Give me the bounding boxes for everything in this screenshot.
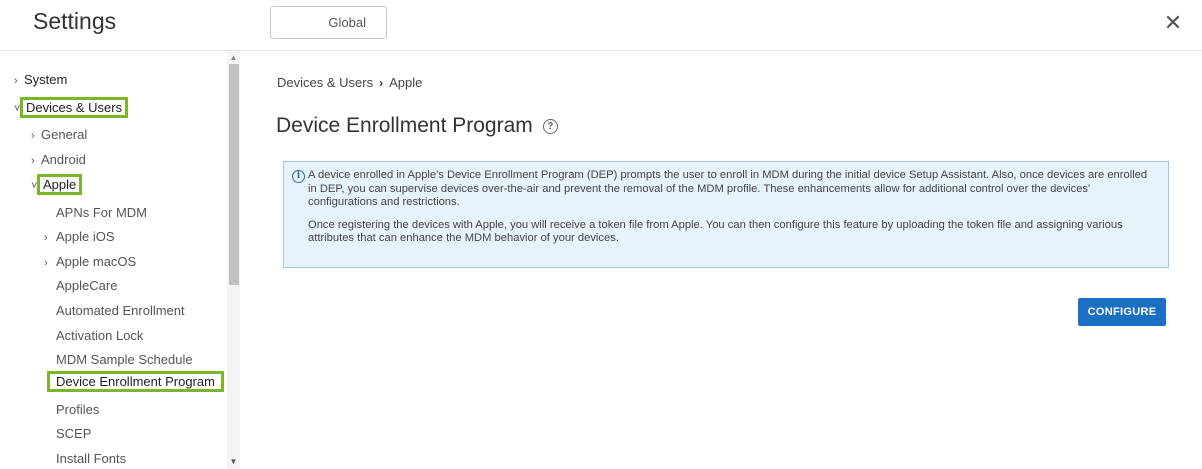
- scroll-down-arrow-icon[interactable]: ▼: [229, 457, 238, 466]
- sidebar-item-apple-macos[interactable]: › Apple macOS: [44, 252, 136, 272]
- breadcrumb-parent-link[interactable]: Devices & Users: [277, 75, 373, 90]
- sidebar-item-general[interactable]: › General: [31, 125, 87, 145]
- info-icon: i: [292, 170, 305, 183]
- sidebar-item-label: System: [24, 72, 68, 87]
- scope-selector-button[interactable]: Global: [270, 6, 387, 39]
- chevron-right-icon: ›: [44, 232, 48, 244]
- scroll-up-arrow-icon[interactable]: ▲: [229, 53, 238, 62]
- sidebar-item-label: Apple iOS: [56, 229, 115, 244]
- sidebar-item-label: SCEP: [56, 426, 92, 441]
- sidebar-item-label: Apple: [37, 174, 83, 195]
- breadcrumb-current: Apple: [389, 75, 423, 90]
- sidebar-item-label: Profiles: [56, 402, 100, 417]
- chevron-right-icon: ›: [14, 75, 18, 87]
- sidebar-item-applecare[interactable]: AppleCare: [56, 276, 117, 296]
- info-paragraph-1: A device enrolled in Apple's Device Enro…: [308, 169, 1148, 208]
- page-title: Device Enrollment Program ?: [276, 114, 558, 138]
- sidebar-scrollbar[interactable]: ▲ ▼: [227, 51, 240, 469]
- sidebar-item-label: Automated Enrollment: [56, 303, 185, 318]
- sidebar-item-label: Apple macOS: [56, 254, 137, 269]
- breadcrumb: Devices & Users › Apple: [277, 75, 422, 90]
- sidebar-item-label: Install Fonts: [56, 451, 127, 466]
- sidebar-item-scep[interactable]: SCEP: [56, 424, 91, 444]
- help-icon[interactable]: ?: [542, 118, 558, 134]
- sidebar-item-label: Activation Lock: [56, 328, 144, 343]
- chevron-right-icon: ›: [44, 257, 48, 269]
- sidebar-item-android[interactable]: › Android: [31, 150, 86, 170]
- scrollbar-thumb[interactable]: [229, 64, 239, 285]
- sidebar-item-activation-lock[interactable]: Activation Lock: [56, 326, 143, 346]
- page-header-title: Settings: [33, 8, 117, 34]
- sidebar-item-apns-for-mdm[interactable]: APNs For MDM: [56, 203, 147, 223]
- sidebar-item-label: Device Enrollment Program: [47, 371, 224, 392]
- sidebar-item-apple-ios[interactable]: › Apple iOS: [44, 227, 115, 247]
- chevron-right-icon: ›: [379, 76, 384, 90]
- sidebar-item-devices-users[interactable]: ˅ Devices & Users: [14, 97, 129, 118]
- close-icon[interactable]: ✕: [1161, 10, 1185, 36]
- configure-button[interactable]: CONFIGURE: [1078, 298, 1166, 326]
- chevron-right-icon: ›: [31, 155, 35, 167]
- sidebar-item-system[interactable]: › System: [14, 70, 67, 90]
- sidebar-item-label: General: [41, 127, 88, 142]
- sidebar-item-automated-enrollment[interactable]: Automated Enrollment: [56, 301, 185, 321]
- sidebar-item-mdm-sample-schedule[interactable]: MDM Sample Schedule: [56, 350, 193, 370]
- sidebar-item-device-enrollment-program[interactable]: Device Enrollment Program: [47, 371, 224, 392]
- settings-sidebar: › System ˅ Devices & Users › General › Andro…: [0, 51, 240, 469]
- page-title-text: Device Enrollment Program: [276, 114, 533, 137]
- info-paragraph-2: Once registering the devices with Apple,…: [308, 218, 1123, 245]
- sidebar-item-apple[interactable]: ˅ Apple: [31, 174, 83, 195]
- header-bar: Settings Global ✕: [0, 0, 1202, 51]
- sidebar-item-label: Android: [41, 152, 86, 167]
- sidebar-item-label: APNs For MDM: [56, 205, 147, 220]
- sidebar-item-label: MDM Sample Schedule: [56, 352, 193, 367]
- sidebar-item-label: Devices & Users: [20, 97, 129, 118]
- info-banner: i A device enrolled in Apple's Device En…: [283, 161, 1169, 268]
- sidebar-item-install-fonts[interactable]: Install Fonts: [56, 449, 126, 469]
- sidebar-item-label: AppleCare: [56, 278, 118, 293]
- chevron-right-icon: ›: [31, 130, 35, 142]
- sidebar-item-profiles[interactable]: Profiles: [56, 400, 99, 420]
